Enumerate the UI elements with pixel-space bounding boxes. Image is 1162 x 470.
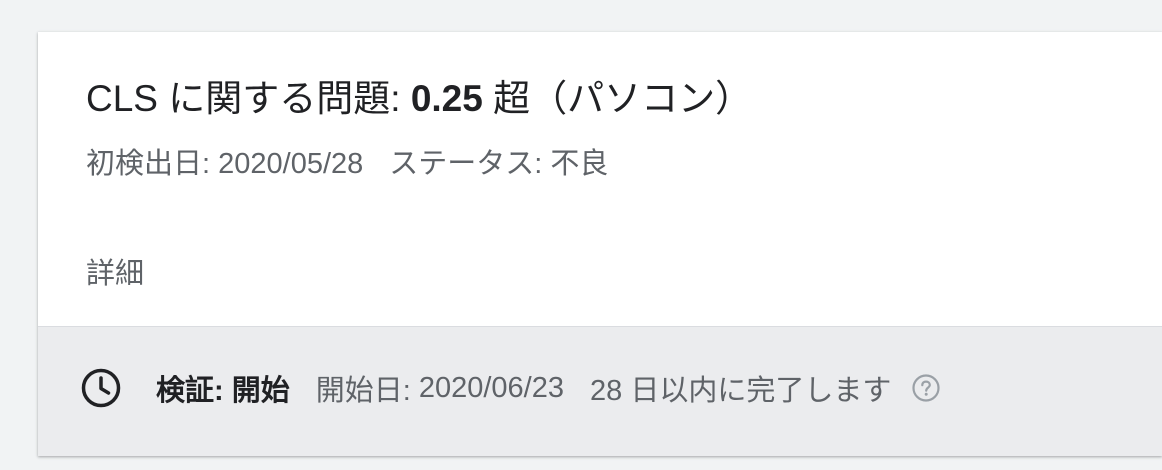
first-detected-date: 2020/05/28: [218, 148, 364, 180]
clock-icon: [81, 368, 121, 408]
issue-title-value: 0.25: [410, 78, 483, 119]
details-heading: 詳細: [86, 258, 145, 290]
validation-status: 検証: 開始 開始日: 2020/06/23 28 日以内に完了します: [156, 367, 941, 409]
status-label: ステータス:: [389, 148, 543, 180]
validation-bar: 検証: 開始 開始日: 2020/06/23 28 日以内に完了します: [38, 326, 1162, 456]
validation-started-label: 開始日:: [315, 375, 411, 407]
issue-title-suffix: 超（パソコン）: [493, 78, 753, 119]
help-circle-icon[interactable]: [911, 373, 941, 403]
validation-label: 検証: 開始: [156, 375, 290, 407]
first-detected-label: 初検出日:: [86, 148, 211, 180]
issue-meta: 初検出日: 2020/05/28 ステータス: 不良: [86, 144, 608, 184]
validation-completion-text: 28 日以内に完了します: [590, 375, 892, 407]
issue-title: CLS に関する問題: 0.25 超（パソコン）: [86, 74, 752, 124]
issue-card: CLS に関する問題: 0.25 超（パソコン） 初検出日: 2020/05/2…: [38, 32, 1162, 456]
issue-header: CLS に関する問題: 0.25 超（パソコン） 初検出日: 2020/05/2…: [38, 32, 1162, 326]
status-value: 不良: [550, 148, 609, 180]
issue-title-prefix: CLS に関する問題:: [86, 78, 401, 119]
validation-started-date: 2020/06/23: [418, 371, 564, 404]
